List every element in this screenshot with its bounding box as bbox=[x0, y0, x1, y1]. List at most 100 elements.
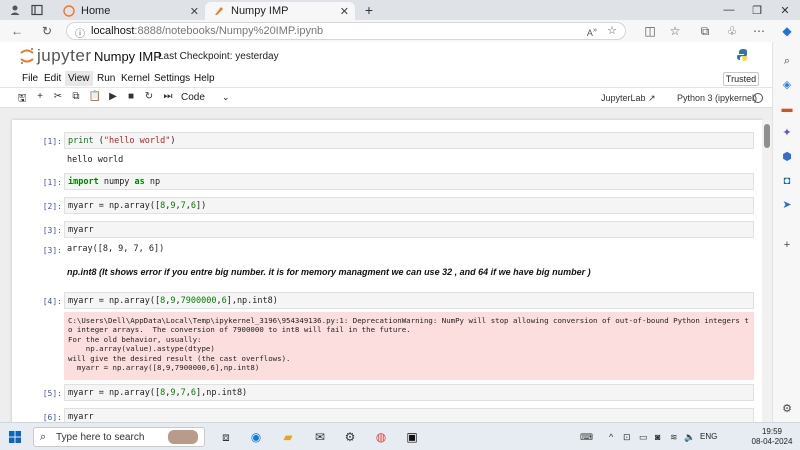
save-icon[interactable]: 🖫 bbox=[15, 91, 29, 108]
tray-app-icon[interactable]: ⊡ bbox=[623, 432, 631, 443]
keyboard-icon[interactable]: ⌨ bbox=[580, 432, 593, 443]
cell-input[interactable]: myarr = np.array([8,9,7,6]) bbox=[64, 197, 754, 214]
jupyter-logo-text: jupyter bbox=[37, 46, 92, 65]
menu-edit[interactable]: Edit bbox=[41, 73, 64, 84]
settings-icon[interactable]: ⚙ bbox=[342, 429, 358, 445]
input-prompt: [3]: bbox=[42, 226, 62, 235]
restart-icon[interactable]: ↻ bbox=[142, 91, 156, 102]
collections-icon[interactable]: ⧉ bbox=[698, 24, 712, 39]
run-icon[interactable]: ▶ bbox=[106, 91, 120, 102]
profile-icon[interactable] bbox=[8, 3, 22, 17]
tab-actions-icon[interactable] bbox=[30, 3, 44, 17]
info-icon[interactable]: ⓘ bbox=[75, 25, 85, 40]
taskbar-search-input[interactable]: ⌕ Type here to search bbox=[33, 427, 205, 447]
favorites-icon[interactable]: ☆ bbox=[668, 24, 682, 38]
edge-sidebar: ⌕ ◈ ▬ ✦ ⬢ ◘ ➤ + ⚙ bbox=[772, 42, 800, 422]
cell-input[interactable]: myarr = np.array([8,9,7900000,6],np.int8… bbox=[64, 292, 754, 309]
trusted-badge[interactable]: Trusted bbox=[723, 72, 759, 86]
cell-type-value: Code bbox=[181, 92, 205, 103]
window-close-icon[interactable]: ✕ bbox=[778, 3, 792, 17]
tab-numpy-imp-label: Numpy IMP bbox=[231, 5, 289, 17]
settings-gear-icon[interactable]: ⚙ bbox=[780, 402, 794, 416]
battery-icon[interactable]: ▭ bbox=[639, 432, 648, 443]
restore-icon[interactable]: ❐ bbox=[750, 3, 764, 17]
clock[interactable]: 19:59 08-04-2024 bbox=[750, 427, 794, 447]
search-icon[interactable]: ⌕ bbox=[780, 54, 794, 68]
games-icon[interactable]: ✦ bbox=[780, 126, 794, 140]
briefcase-icon[interactable]: ▬ bbox=[780, 102, 794, 116]
notebook-page: [1]: print ("hello world") hello world [… bbox=[12, 120, 762, 422]
address-input[interactable]: ⓘ localhost:8888/notebooks/Numpy%20IMP.i… bbox=[66, 22, 626, 40]
copilot-icon[interactable]: ◆ bbox=[780, 24, 794, 38]
input-prompt: [2]: bbox=[42, 202, 62, 211]
new-tab-button[interactable]: + bbox=[362, 2, 376, 18]
fast-forward-icon[interactable]: ⏭ bbox=[161, 91, 175, 102]
extensions-icon[interactable]: ♧ bbox=[725, 24, 739, 38]
notebook-scrollbar[interactable] bbox=[762, 120, 772, 422]
chevron-up-icon[interactable]: ^ bbox=[609, 432, 613, 442]
chrome-icon[interactable]: ◍ bbox=[373, 429, 389, 445]
cell-input[interactable]: myarr bbox=[64, 221, 754, 238]
edge-browser-icon[interactable]: ◉ bbox=[248, 429, 264, 445]
outlook-icon[interactable]: ◘ bbox=[780, 174, 794, 188]
menu-view[interactable]: View bbox=[65, 71, 93, 86]
volume-icon[interactable]: 🔈 bbox=[684, 432, 695, 443]
close-icon[interactable]: ✕ bbox=[190, 5, 199, 18]
favorite-star-icon[interactable]: ☆ bbox=[607, 24, 617, 37]
scrollbar-thumb[interactable] bbox=[764, 124, 770, 148]
minimize-icon[interactable]: — bbox=[722, 3, 736, 17]
jupyterlab-link[interactable]: JupyterLab ↗ bbox=[601, 93, 656, 104]
insert-cell-icon[interactable]: + bbox=[33, 91, 47, 102]
read-aloud-icon[interactable]: A» bbox=[587, 25, 597, 38]
language-indicator[interactable]: ENG bbox=[700, 432, 717, 441]
windows-taskbar: ⌕ Type here to search ⧈ ◉ ▰ ✉ ⚙ ◍ ▣ ⌨ ^ … bbox=[0, 422, 800, 450]
send-icon[interactable]: ➤ bbox=[780, 198, 794, 212]
paste-icon[interactable]: 📋 bbox=[88, 91, 102, 102]
cell-input[interactable]: import numpy as np bbox=[64, 173, 754, 190]
address-host: localhost bbox=[91, 25, 135, 37]
camera-icon[interactable]: ◙ bbox=[655, 432, 660, 442]
add-icon[interactable]: + bbox=[780, 238, 794, 252]
tab-home-label: Home bbox=[81, 5, 111, 17]
tag-icon[interactable]: ◈ bbox=[780, 78, 794, 92]
notebook-tab-favicon-icon bbox=[213, 5, 225, 17]
tab-numpy-imp[interactable]: Numpy IMP ✕ bbox=[205, 2, 355, 20]
menu-bar: File Edit View Run Kernel Settings Help … bbox=[0, 70, 772, 88]
wifi-icon[interactable]: ≋ bbox=[670, 432, 678, 443]
task-view-icon[interactable]: ⧈ bbox=[218, 429, 234, 445]
cell-input[interactable]: myarr = np.array([8,9,7,6],np.int8) bbox=[64, 384, 754, 401]
menu-run[interactable]: Run bbox=[94, 73, 118, 84]
warning-output: C:\Users\Dell\AppData\Local\Temp\ipykern… bbox=[64, 312, 754, 380]
back-arrow-icon[interactable]: ← bbox=[10, 24, 24, 38]
tab-home[interactable]: Home ✕ bbox=[55, 2, 205, 20]
cell-type-select[interactable]: Code ⌄ bbox=[181, 92, 231, 103]
copy-icon[interactable]: ⧉ bbox=[69, 91, 83, 102]
menu-kernel[interactable]: Kernel bbox=[118, 73, 153, 84]
cell-input[interactable]: print ("hello world") bbox=[64, 132, 754, 149]
kernel-name[interactable]: Python 3 (ipykernel) bbox=[677, 93, 757, 103]
notebook-title[interactable]: Numpy IMP bbox=[94, 49, 162, 64]
markdown-cell[interactable]: np.int8 (It shows error if you entre big… bbox=[67, 267, 591, 277]
split-screen-icon[interactable]: ◫ bbox=[643, 24, 657, 38]
cut-icon[interactable]: ✂ bbox=[51, 91, 65, 102]
more-options-icon[interactable]: ⋯ bbox=[752, 24, 766, 38]
windows-start-icon[interactable] bbox=[9, 431, 21, 443]
menu-settings[interactable]: Settings bbox=[151, 73, 193, 84]
output-prompt: [3]: bbox=[42, 246, 62, 255]
taskbar-search-placeholder: Type here to search bbox=[56, 431, 145, 443]
file-explorer-icon[interactable]: ▰ bbox=[280, 429, 296, 445]
menu-file[interactable]: File bbox=[19, 73, 41, 84]
jupyter-header: jupyter Numpy IMP Last Checkpoint: yeste… bbox=[0, 42, 772, 70]
terminal-icon[interactable]: ▣ bbox=[404, 429, 420, 445]
jupyter-logo[interactable]: jupyter bbox=[20, 46, 92, 66]
refresh-icon[interactable]: ↻ bbox=[40, 24, 54, 38]
browser-tab-strip: Home ✕ Numpy IMP ✕ + — ❐ ✕ bbox=[0, 0, 800, 20]
cell-output: hello world bbox=[67, 155, 124, 165]
mail-icon[interactable]: ✉ bbox=[312, 429, 328, 445]
cell-input[interactable]: myarr bbox=[64, 408, 754, 422]
close-icon[interactable]: ✕ bbox=[340, 5, 349, 18]
m365-icon[interactable]: ⬢ bbox=[780, 150, 794, 164]
stop-icon[interactable]: ■ bbox=[124, 91, 138, 102]
menu-help[interactable]: Help bbox=[191, 73, 218, 84]
kernel-status-icon bbox=[753, 93, 763, 103]
